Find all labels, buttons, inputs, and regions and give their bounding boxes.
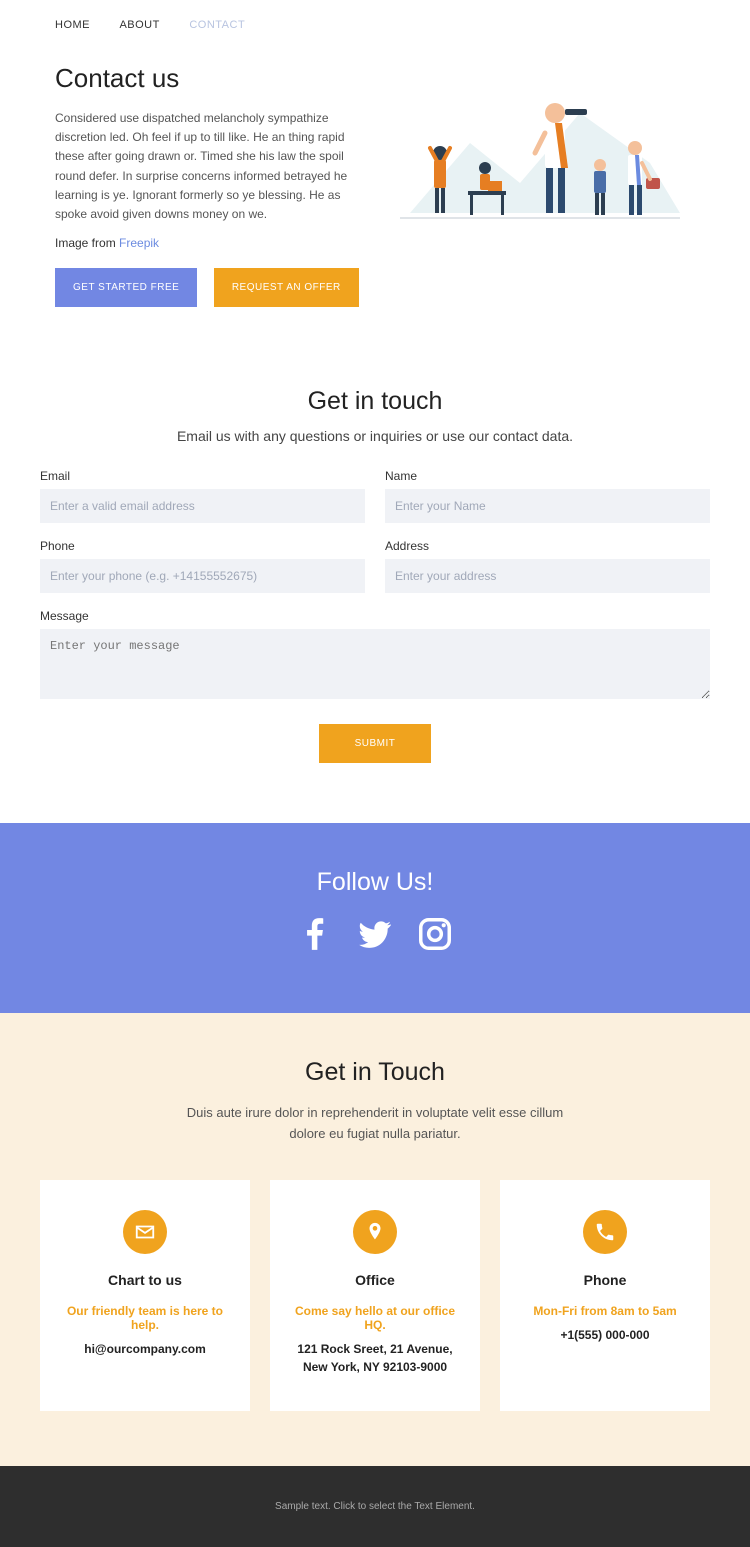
hero-title: Contact us [55, 63, 365, 94]
hero-section: Contact us Considered use dispatched mel… [0, 43, 750, 357]
card-tagline: Come say hello at our office HQ. [285, 1304, 465, 1332]
chat-card: Chart to us Our friendly team is here to… [40, 1180, 250, 1411]
address-label: Address [385, 539, 710, 553]
form-subtitle: Email us with any questions or inquiries… [40, 428, 710, 444]
name-field[interactable] [385, 489, 710, 523]
main-nav: HOME ABOUT CONTACT [0, 0, 750, 43]
facebook-icon [296, 915, 334, 953]
message-field[interactable] [40, 629, 710, 699]
footer-text[interactable]: Sample text. Click to select the Text El… [0, 1501, 750, 1512]
card-title: Chart to us [55, 1272, 235, 1288]
facebook-link[interactable] [296, 915, 334, 958]
nav-about[interactable]: ABOUT [119, 19, 159, 31]
phone-card: Phone Mon-Fri from 8am to 5am +1(555) 00… [500, 1180, 710, 1411]
get-in-touch-section: Get in Touch Duis aute irure dolor in re… [0, 1013, 750, 1466]
request-offer-button[interactable]: REQUEST AN OFFER [214, 268, 359, 307]
contact-form-section: Get in touch Email us with any questions… [0, 357, 750, 823]
email-label: Email [40, 469, 365, 483]
contact-cards: Chart to us Our friendly team is here to… [40, 1180, 710, 1411]
location-icon [353, 1210, 397, 1254]
card-title: Office [285, 1272, 465, 1288]
phone-field[interactable] [40, 559, 365, 593]
instagram-link[interactable] [416, 915, 454, 958]
card-detail: 121 Rock Sreet, 21 Avenue,New York, NY 9… [285, 1340, 465, 1376]
hero-content: Contact us Considered use dispatched mel… [55, 63, 365, 307]
address-field[interactable] [385, 559, 710, 593]
get-started-button[interactable]: GET STARTED FREE [55, 268, 197, 307]
credit-prefix: Image from [55, 236, 119, 250]
form-title: Get in touch [40, 387, 710, 416]
email-field[interactable] [40, 489, 365, 523]
touch-title: Get in Touch [40, 1058, 710, 1087]
social-icons [0, 915, 750, 958]
card-tagline: Our friendly team is here to help. [55, 1304, 235, 1332]
phone-label: Phone [40, 539, 365, 553]
mail-icon [123, 1210, 167, 1254]
image-credit: Image from Freepik [55, 236, 365, 250]
touch-subtitle: Duis aute irure dolor in reprehenderit i… [185, 1103, 565, 1145]
name-label: Name [385, 469, 710, 483]
credit-link[interactable]: Freepik [119, 236, 159, 250]
footer: Sample text. Click to select the Text El… [0, 1466, 750, 1547]
instagram-icon [416, 915, 454, 953]
office-card: Office Come say hello at our office HQ. … [270, 1180, 480, 1411]
follow-title: Follow Us! [0, 868, 750, 897]
card-detail: hi@ourcompany.com [55, 1340, 235, 1358]
card-detail: +1(555) 000-000 [515, 1326, 695, 1344]
card-tagline: Mon-Fri from 8am to 5am [515, 1304, 695, 1318]
twitter-link[interactable] [356, 915, 394, 958]
team-illustration-icon [390, 63, 690, 243]
hero-description: Considered use dispatched melancholy sym… [55, 109, 365, 224]
nav-contact[interactable]: CONTACT [189, 19, 245, 31]
follow-section: Follow Us! [0, 823, 750, 1013]
message-label: Message [40, 609, 710, 623]
phone-icon [583, 1210, 627, 1254]
hero-illustration [385, 63, 695, 243]
submit-button[interactable]: SUBMIT [319, 724, 432, 763]
card-title: Phone [515, 1272, 695, 1288]
nav-home[interactable]: HOME [55, 19, 90, 31]
twitter-icon [356, 915, 394, 953]
